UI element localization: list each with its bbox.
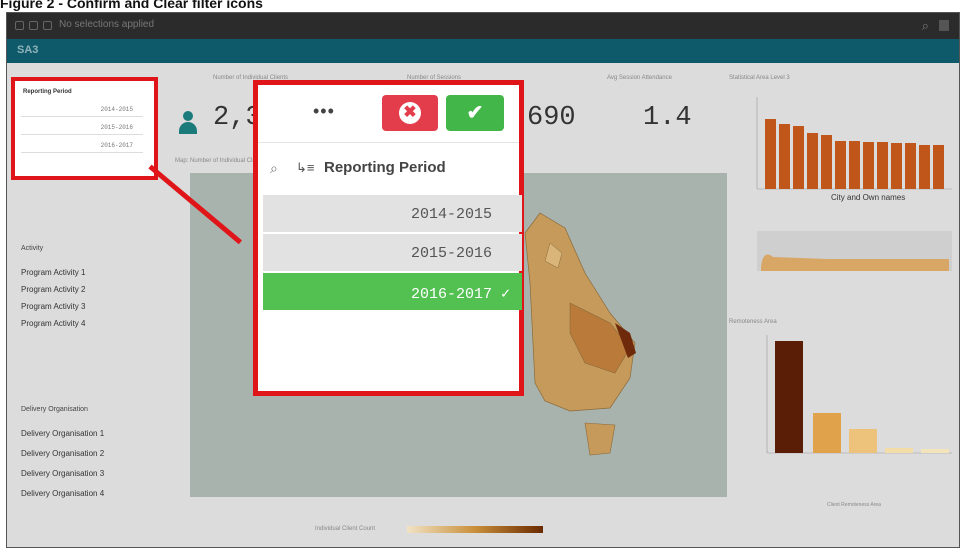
map-title: Map: Number of Individual Clients xyxy=(175,158,266,164)
figure-caption: Figure 2 - Confirm and Clear filter icon… xyxy=(0,0,263,11)
remoteness-chart-xlabel: Client Remoteness Area xyxy=(827,502,881,508)
back-icon[interactable] xyxy=(15,21,24,30)
cancel-icon: ✖ xyxy=(399,102,421,124)
delivery-item[interactable]: Delivery Organisation 1 xyxy=(21,429,104,438)
popup-toolbar: ••• ✖ ✔ xyxy=(258,85,519,143)
sheet-menu-icon[interactable] xyxy=(939,20,949,31)
more-options-button[interactable]: ••• xyxy=(313,101,335,122)
clear-selection-button[interactable]: ✖ xyxy=(382,95,438,131)
list-filter-icon: ↳≡ xyxy=(296,160,315,175)
search-icon[interactable]: ⌕ xyxy=(270,160,278,177)
mini-filter-option[interactable]: 2015-2016 xyxy=(21,119,143,135)
activity-item[interactable]: Program Activity 2 xyxy=(21,285,85,294)
remoteness-chart-title: Remoteness Area xyxy=(729,319,777,325)
forward-icon[interactable] xyxy=(29,21,38,30)
sheet-title: SA3 xyxy=(17,44,39,56)
mini-filter-title: Reporting Period xyxy=(23,89,72,95)
popup-title: Reporting Period xyxy=(324,159,446,176)
filter-option-row-selected[interactable]: 2016-2017 ✓ xyxy=(263,273,522,310)
kpi-value: 1.4 xyxy=(643,103,692,133)
person-icon xyxy=(179,111,197,135)
reporting-period-filter-popup: ••• ✖ ✔ ⌕ ↳≡ Reporting Period 2014-2015 … xyxy=(253,80,524,396)
selections-status: No selections applied xyxy=(59,19,155,30)
clear-selections-icon[interactable] xyxy=(43,21,52,30)
activity-item[interactable]: Program Activity 3 xyxy=(21,302,85,311)
delivery-item[interactable]: Delivery Organisation 2 xyxy=(21,449,104,458)
checkmark-icon: ✔ xyxy=(466,102,484,124)
filter-option-row[interactable]: 2015-2016 xyxy=(263,234,522,271)
kpi-title: Statistical Area Level 3 xyxy=(729,75,790,81)
delivery-item[interactable]: Delivery Organisation 3 xyxy=(21,469,104,478)
mini-filter-option[interactable]: 2014-2015 xyxy=(21,101,143,117)
top-toolbar: No selections applied ⌕ xyxy=(7,13,959,39)
activity-item[interactable]: Program Activity 1 xyxy=(21,268,85,277)
filter-option-row[interactable]: 2014-2015 xyxy=(263,195,522,232)
activity-item[interactable]: Program Activity 4 xyxy=(21,319,85,328)
sheet-title-bar: SA3 xyxy=(7,39,959,63)
map-legend-gradient xyxy=(407,526,543,533)
map-legend-label: Individual Client Count xyxy=(315,526,376,532)
delivery-item[interactable]: Delivery Organisation 4 xyxy=(21,489,104,498)
activity-filter-label: Activity xyxy=(21,245,44,252)
reporting-period-filter-mini[interactable]: Reporting Period 2014-2015 2015-2016 201… xyxy=(11,77,158,180)
mini-filter-option[interactable]: 2016-2017 xyxy=(21,137,143,153)
confirm-selection-button[interactable]: ✔ xyxy=(446,95,504,131)
delivery-filter-label: Delivery Organisation xyxy=(21,406,88,413)
remoteness-bar-chart[interactable] xyxy=(727,329,955,504)
search-icon[interactable]: ⌕ xyxy=(922,18,929,34)
popup-title-row: ⌕ ↳≡ Reporting Period xyxy=(258,143,519,195)
kpi-title: Avg Session Attendance xyxy=(607,75,672,81)
sa3-chart-xlabel: City and Own names xyxy=(831,193,906,202)
kpi-value: 690 xyxy=(527,103,576,133)
